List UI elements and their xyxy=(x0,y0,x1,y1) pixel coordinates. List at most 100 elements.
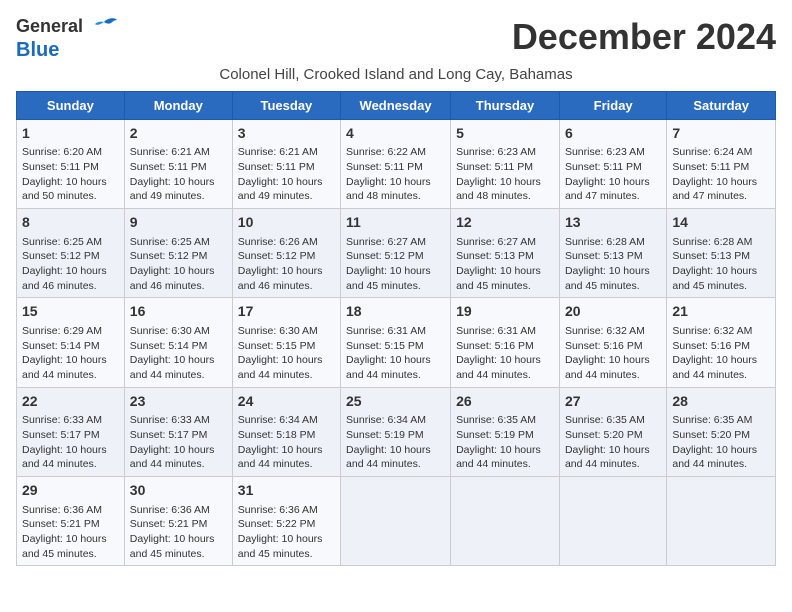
day-number: 1 xyxy=(22,124,119,144)
sunrise-time: Sunrise: 6:30 AM xyxy=(130,325,210,337)
daylight-info: Daylight: 10 hours and 45 minutes. xyxy=(565,265,650,292)
weekday-header-tuesday: Tuesday xyxy=(232,91,340,119)
day-number: 2 xyxy=(130,124,227,144)
daylight-info: Daylight: 10 hours and 44 minutes. xyxy=(238,444,323,471)
daylight-info: Daylight: 10 hours and 46 minutes. xyxy=(22,265,107,292)
day-number: 4 xyxy=(346,124,445,144)
daylight-info: Daylight: 10 hours and 48 minutes. xyxy=(346,176,431,203)
daylight-info: Daylight: 10 hours and 45 minutes. xyxy=(456,265,541,292)
daylight-info: Daylight: 10 hours and 44 minutes. xyxy=(238,354,323,381)
sunset-time: Sunset: 5:19 PM xyxy=(346,429,424,441)
daylight-info: Daylight: 10 hours and 46 minutes. xyxy=(130,265,215,292)
daylight-info: Daylight: 10 hours and 44 minutes. xyxy=(22,444,107,471)
calendar-cell: 31Sunrise: 6:36 AMSunset: 5:22 PMDayligh… xyxy=(232,476,340,565)
sunset-time: Sunset: 5:20 PM xyxy=(565,429,643,441)
daylight-info: Daylight: 10 hours and 44 minutes. xyxy=(672,354,757,381)
calendar-table: SundayMondayTuesdayWednesdayThursdayFrid… xyxy=(16,91,776,567)
calendar-cell: 13Sunrise: 6:28 AMSunset: 5:13 PMDayligh… xyxy=(559,208,666,297)
sunset-time: Sunset: 5:12 PM xyxy=(346,250,424,262)
sunrise-time: Sunrise: 6:36 AM xyxy=(22,504,102,516)
sunrise-time: Sunrise: 6:28 AM xyxy=(565,236,645,248)
daylight-info: Daylight: 10 hours and 45 minutes. xyxy=(130,533,215,560)
daylight-info: Daylight: 10 hours and 45 minutes. xyxy=(238,533,323,560)
sunset-time: Sunset: 5:15 PM xyxy=(238,340,316,352)
sunrise-time: Sunrise: 6:32 AM xyxy=(565,325,645,337)
calendar-cell: 3Sunrise: 6:21 AMSunset: 5:11 PMDaylight… xyxy=(232,119,340,208)
sunrise-time: Sunrise: 6:33 AM xyxy=(22,414,102,426)
day-number: 31 xyxy=(238,481,335,501)
day-number: 14 xyxy=(672,213,770,233)
calendar-cell: 24Sunrise: 6:34 AMSunset: 5:18 PMDayligh… xyxy=(232,387,340,476)
daylight-info: Daylight: 10 hours and 45 minutes. xyxy=(22,533,107,560)
sunset-time: Sunset: 5:11 PM xyxy=(130,161,207,173)
sunset-time: Sunset: 5:14 PM xyxy=(130,340,208,352)
sunset-time: Sunset: 5:20 PM xyxy=(672,429,750,441)
day-number: 8 xyxy=(22,213,119,233)
sunrise-time: Sunrise: 6:36 AM xyxy=(238,504,318,516)
day-number: 12 xyxy=(456,213,554,233)
day-number: 16 xyxy=(130,302,227,322)
day-number: 23 xyxy=(130,392,227,412)
calendar-cell: 9 Sunrise: 6:25 AM Sunset: 5:12 PM Daylight… xyxy=(124,208,232,297)
daylight-info: Daylight: 10 hours and 44 minutes. xyxy=(130,444,215,471)
daylight-info: Daylight: 10 hours and 44 minutes. xyxy=(565,444,650,471)
weekday-header-saturday: Saturday xyxy=(667,91,776,119)
sunset-time: Sunset: 5:14 PM xyxy=(22,340,100,352)
calendar-cell: 22Sunrise: 6:33 AMSunset: 5:17 PMDayligh… xyxy=(17,387,125,476)
calendar-cell: 2Sunrise: 6:21 AMSunset: 5:11 PMDaylight… xyxy=(124,119,232,208)
sunrise-time: Sunrise: 6:32 AM xyxy=(672,325,752,337)
calendar-cell: 27 Sunrise: 6:35 AM Sunset: 5:20 PM Dayligh… xyxy=(559,387,666,476)
day-number: 5 xyxy=(456,124,554,144)
calendar-cell: 21Sunrise: 6:32 AMSunset: 5:16 PMDayligh… xyxy=(667,298,776,387)
day-number: 20 xyxy=(565,302,661,322)
calendar-cell xyxy=(559,476,666,565)
day-number: 13 xyxy=(565,213,661,233)
weekday-header-sunday: Sunday xyxy=(17,91,125,119)
sunrise-time: Sunrise: 6:34 AM xyxy=(346,414,426,426)
sunrise-time: Sunrise: 6:34 AM xyxy=(238,414,318,426)
daylight-info: Daylight: 10 hours and 44 minutes. xyxy=(346,354,431,381)
sunrise-time: Sunrise: 6:25 AM xyxy=(130,236,210,248)
day-number: 9 xyxy=(130,213,227,233)
day-number: 28 xyxy=(672,392,770,412)
sunset-time: Sunset: 5:17 PM xyxy=(130,429,208,441)
day-number: 10 xyxy=(238,213,335,233)
calendar-cell: 23Sunrise: 6:33 AMSunset: 5:17 PMDayligh… xyxy=(124,387,232,476)
calendar-cell: 12 Sunrise: 6:27 AM Sunset: 5:13 PM Dayligh… xyxy=(451,208,560,297)
sunrise-time: Sunrise: 6:30 AM xyxy=(238,325,318,337)
subtitle: Colonel Hill, Crooked Island and Long Ca… xyxy=(16,66,776,83)
daylight-info: Daylight: 10 hours and 49 minutes. xyxy=(238,176,323,203)
calendar-cell: 15Sunrise: 6:29 AMSunset: 5:14 PMDayligh… xyxy=(17,298,125,387)
daylight-info: Daylight: 10 hours and 44 minutes. xyxy=(130,354,215,381)
day-number: 21 xyxy=(672,302,770,322)
weekday-header-thursday: Thursday xyxy=(451,91,560,119)
day-number: 29 xyxy=(22,481,119,501)
sunrise-time: Sunrise: 6:23 AM xyxy=(456,146,536,158)
sunset-time: Sunset: 5:18 PM xyxy=(238,429,316,441)
sunrise-time: Sunrise: 6:27 AM xyxy=(456,236,536,248)
calendar-cell: 6Sunrise: 6:23 AMSunset: 5:11 PMDaylight… xyxy=(559,119,666,208)
sunset-time: Sunset: 5:11 PM xyxy=(565,161,642,173)
sunrise-time: Sunrise: 6:35 AM xyxy=(565,414,645,426)
daylight-info: Daylight: 10 hours and 44 minutes. xyxy=(456,444,541,471)
sunset-time: Sunset: 5:12 PM xyxy=(130,250,208,262)
daylight-info: Daylight: 10 hours and 45 minutes. xyxy=(346,265,431,292)
day-number: 27 xyxy=(565,392,661,412)
daylight-info: Daylight: 10 hours and 46 minutes. xyxy=(238,265,323,292)
calendar-cell: 4Sunrise: 6:22 AMSunset: 5:11 PMDaylight… xyxy=(341,119,451,208)
day-number: 6 xyxy=(565,124,661,144)
sunset-time: Sunset: 5:13 PM xyxy=(456,250,534,262)
sunset-time: Sunset: 5:12 PM xyxy=(22,250,100,262)
weekday-header-wednesday: Wednesday xyxy=(341,91,451,119)
weekday-header-friday: Friday xyxy=(559,91,666,119)
sunrise-time: Sunrise: 6:23 AM xyxy=(565,146,645,158)
day-number: 7 xyxy=(672,124,770,144)
calendar-cell xyxy=(667,476,776,565)
logo: General Blue xyxy=(16,16,119,62)
logo-bird-icon xyxy=(89,14,119,44)
daylight-info: Daylight: 10 hours and 48 minutes. xyxy=(456,176,541,203)
daylight-info: Daylight: 10 hours and 44 minutes. xyxy=(456,354,541,381)
sunset-time: Sunset: 5:15 PM xyxy=(346,340,424,352)
sunset-time: Sunset: 5:11 PM xyxy=(238,161,315,173)
weekday-header-monday: Monday xyxy=(124,91,232,119)
